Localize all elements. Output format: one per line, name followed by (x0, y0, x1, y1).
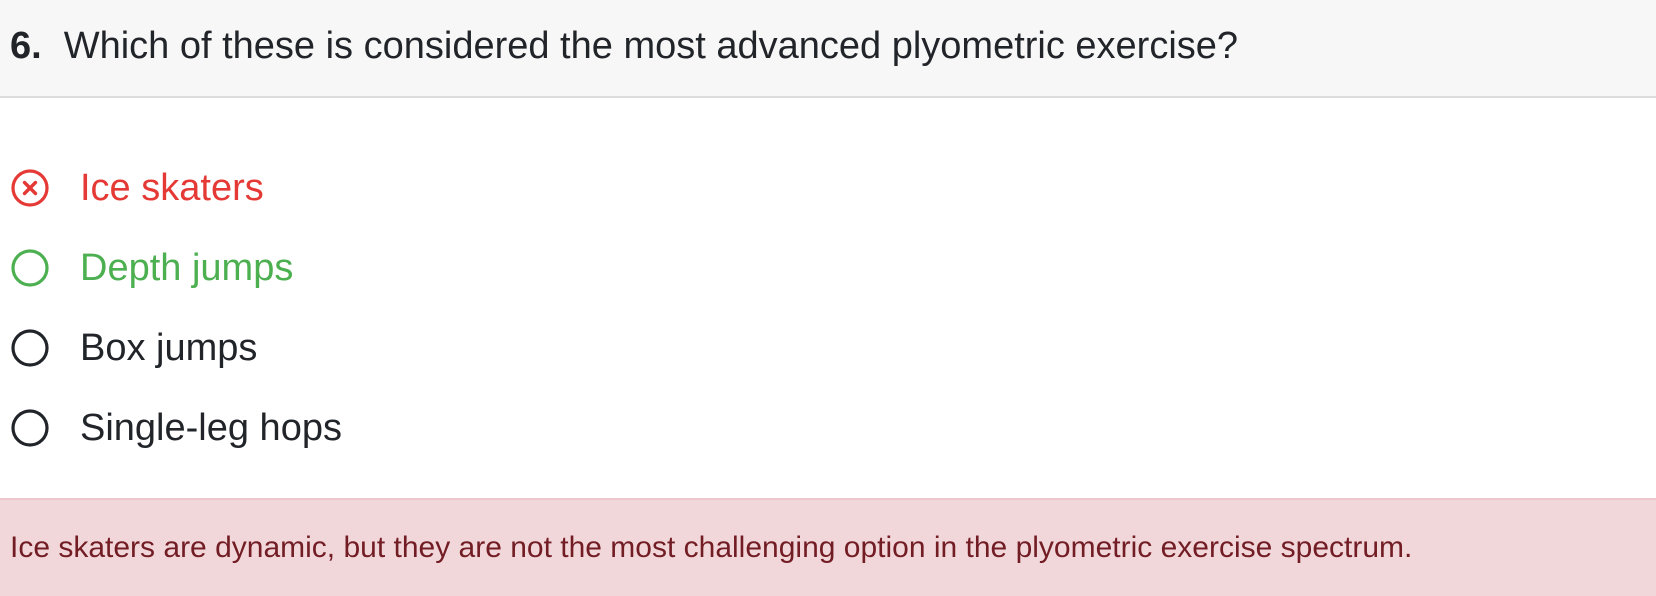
radio-empty-icon[interactable] (10, 248, 50, 288)
feedback-alert: Ice skaters are dynamic, but they are no… (0, 498, 1656, 596)
radio-empty-icon[interactable] (10, 328, 50, 368)
radio-empty-icon[interactable] (10, 408, 50, 448)
question-header: 6. Which of these is considered the most… (0, 0, 1656, 98)
option-label: Depth jumps (80, 246, 294, 289)
feedback-text: Ice skaters are dynamic, but they are no… (10, 531, 1413, 564)
answer-options: Ice skaters Depth jumps Box jumps Single… (0, 98, 1656, 498)
option-depth-jumps[interactable]: Depth jumps (10, 228, 1656, 308)
option-box-jumps[interactable]: Box jumps (10, 308, 1656, 388)
option-label: Single-leg hops (80, 406, 342, 449)
x-circle-icon[interactable] (10, 168, 50, 208)
question-number: 6. (10, 24, 42, 67)
question-text: Which of these is considered the most ad… (63, 24, 1239, 67)
option-label: Box jumps (80, 326, 258, 369)
option-label: Ice skaters (80, 166, 264, 209)
option-ice-skaters[interactable]: Ice skaters (10, 148, 1656, 228)
option-single-leg-hops[interactable]: Single-leg hops (10, 388, 1656, 468)
quiz-question-card: 6. Which of these is considered the most… (0, 0, 1656, 596)
